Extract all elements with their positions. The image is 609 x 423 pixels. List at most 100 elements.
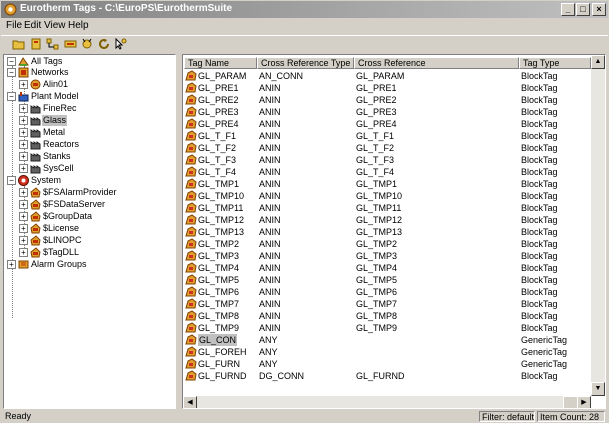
tree-node-syscell[interactable]: + SysCell (16, 163, 174, 174)
expand-toggle[interactable]: + (19, 128, 28, 137)
expand-toggle[interactable]: + (19, 212, 28, 221)
network-icon[interactable] (46, 38, 59, 50)
tree-node-alarm-groups[interactable]: + Alarm Groups (4, 259, 174, 270)
tree-node-alin01[interactable]: + Alin01 (16, 79, 174, 90)
table-row[interactable]: GL_CON ANY GenericTag (183, 334, 591, 346)
cell-cross-reference-type: ANIN (259, 119, 281, 129)
tree-node-finerec[interactable]: + FineRec (16, 103, 174, 114)
minimize-button[interactable]: _ (561, 3, 575, 16)
tree-node-stanks[interactable]: + Stanks (16, 151, 174, 162)
expand-toggle[interactable]: + (19, 152, 28, 161)
tree-label: Networks (31, 67, 69, 77)
menu-edit[interactable]: Edit (24, 20, 41, 31)
expand-toggle[interactable]: − (7, 176, 16, 185)
expand-toggle[interactable]: + (19, 80, 28, 89)
table-row[interactable]: GL_PRE4 ANIN GL_PRE4 BlockTag (183, 118, 591, 130)
expand-toggle[interactable]: + (19, 200, 28, 209)
help-pointer-icon[interactable] (114, 38, 127, 50)
refresh-icon[interactable] (98, 38, 111, 50)
table-row[interactable]: GL_PRE3 ANIN GL_PRE3 BlockTag (183, 106, 591, 118)
status-filter: Filter: default (479, 411, 535, 422)
table-row[interactable]: GL_TMP9 ANIN GL_TMP9 BlockTag (183, 322, 591, 334)
tree-node-linopc[interactable]: + $LINOPC (16, 235, 174, 246)
properties-icon[interactable] (81, 38, 94, 50)
table-row[interactable]: GL_TMP1 ANIN GL_TMP1 BlockTag (183, 178, 591, 190)
cell-cross-reference-type: ANIN (259, 167, 281, 177)
tree-node-plant-model[interactable]: − Plant Model (4, 91, 174, 102)
scroll-left-button[interactable]: ◀ (183, 396, 197, 408)
table-row[interactable]: GL_TMP8 ANIN GL_TMP8 BlockTag (183, 310, 591, 322)
tree-node-fsalarmprovider[interactable]: + $FSAlarmProvider (16, 187, 174, 198)
cell-cross-reference: GL_TMP12 (356, 215, 403, 225)
column-header-tag-name[interactable]: Tag Name (184, 57, 257, 69)
cell-tag-name: GL_PRE3 (198, 107, 239, 117)
menu-help[interactable]: Help (68, 20, 89, 31)
tree-label: $FSDataServer (43, 199, 106, 209)
tag-tree[interactable]: − All Tags − Networks + Alin01 − Plant M… (3, 54, 176, 409)
column-header-tag-type[interactable]: Tag Type (519, 57, 591, 69)
tree-node-system[interactable]: − System (4, 175, 174, 186)
title-bar[interactable]: Eurotherm Tags - C:\EuroPS\EurothermSuit… (1, 1, 608, 18)
menu-file[interactable]: File (6, 20, 22, 31)
table-row[interactable]: GL_FOREH ANY GenericTag (183, 346, 591, 358)
table-row[interactable]: GL_TMP11 ANIN GL_TMP11 BlockTag (183, 202, 591, 214)
table-row[interactable]: GL_TMP13 ANIN GL_TMP13 BlockTag (183, 226, 591, 238)
tree-node-groupdata[interactable]: + $GroupData (16, 211, 174, 222)
tag-icon (185, 178, 197, 189)
column-header-cross-reference-type[interactable]: Cross Reference Type (257, 57, 354, 69)
tag-icon[interactable] (30, 38, 43, 50)
expand-toggle[interactable]: + (19, 236, 28, 245)
table-row[interactable]: GL_T_F4 ANIN GL_T_F4 BlockTag (183, 166, 591, 178)
cell-tag-type: BlockTag (521, 263, 558, 273)
tree-node-license[interactable]: + $License (16, 223, 174, 234)
tree-node-metal[interactable]: + Metal (16, 127, 174, 138)
maximize-button[interactable]: □ (576, 3, 590, 16)
table-row[interactable]: GL_FURN ANY GenericTag (183, 358, 591, 370)
tree-label: $TagDLL (43, 247, 80, 257)
close-button[interactable]: × (592, 3, 606, 16)
table-row[interactable]: GL_T_F2 ANIN GL_T_F2 BlockTag (183, 142, 591, 154)
scroll-up-button[interactable]: ▲ (591, 55, 605, 69)
table-row[interactable]: GL_PARAM AN_CONN GL_PARAM BlockTag (183, 70, 591, 82)
expand-toggle[interactable]: + (19, 164, 28, 173)
table-row[interactable]: GL_FURND DG_CONN GL_FURND BlockTag (183, 370, 591, 382)
table-row[interactable]: GL_T_F1 ANIN GL_T_F1 BlockTag (183, 130, 591, 142)
table-row[interactable]: GL_TMP3 ANIN GL_TMP3 BlockTag (183, 250, 591, 262)
table-row[interactable]: GL_TMP10 ANIN GL_TMP10 BlockTag (183, 190, 591, 202)
menu-view[interactable]: View (44, 20, 66, 31)
open-folder-icon[interactable] (12, 38, 25, 50)
tree-node-reactors[interactable]: + Reactors (16, 139, 174, 150)
expand-toggle[interactable]: + (7, 260, 16, 269)
scroll-down-button[interactable]: ▼ (591, 382, 605, 396)
tree-node-all-tags[interactable]: − All Tags (4, 56, 174, 67)
table-row[interactable]: GL_TMP4 ANIN GL_TMP4 BlockTag (183, 262, 591, 274)
table-row[interactable]: GL_PRE1 ANIN GL_PRE1 BlockTag (183, 82, 591, 94)
expand-toggle[interactable]: + (19, 104, 28, 113)
expand-toggle[interactable]: + (19, 116, 28, 125)
vertical-scrollbar[interactable]: ▲ ▼ (591, 55, 605, 396)
tree-node-tagdll[interactable]: + $TagDLL (16, 247, 174, 258)
filter-icon[interactable] (64, 38, 77, 50)
table-row[interactable]: GL_T_F3 ANIN GL_T_F3 BlockTag (183, 154, 591, 166)
tree-node-networks[interactable]: − Networks (4, 67, 174, 78)
table-row[interactable]: GL_TMP5 ANIN GL_TMP5 BlockTag (183, 274, 591, 286)
scroll-right-button[interactable]: ▶ (577, 396, 591, 408)
expand-toggle[interactable]: − (7, 92, 16, 101)
table-row[interactable]: GL_TMP12 ANIN GL_TMP12 BlockTag (183, 214, 591, 226)
cell-cross-reference-type: ANY (259, 359, 278, 369)
column-header-cross-reference[interactable]: Cross Reference (354, 57, 519, 69)
horizontal-scrollbar[interactable]: ◀ ▶ (183, 396, 591, 408)
expand-toggle[interactable]: + (19, 140, 28, 149)
table-row[interactable]: GL_TMP2 ANIN GL_TMP2 BlockTag (183, 238, 591, 250)
expand-toggle[interactable]: + (19, 224, 28, 233)
expand-toggle[interactable]: − (7, 68, 16, 77)
tag-list[interactable]: Tag Name Cross Reference Type Cross Refe… (182, 54, 606, 409)
expand-toggle[interactable]: + (19, 188, 28, 197)
table-row[interactable]: GL_TMP7 ANIN GL_TMP7 BlockTag (183, 298, 591, 310)
table-row[interactable]: GL_TMP6 ANIN GL_TMP6 BlockTag (183, 286, 591, 298)
tree-node-glass[interactable]: + Glass (16, 115, 174, 126)
tree-node-fsdataserver[interactable]: + $FSDataServer (16, 199, 174, 210)
expand-toggle[interactable]: − (7, 57, 16, 66)
expand-toggle[interactable]: + (19, 248, 28, 257)
table-row[interactable]: GL_PRE2 ANIN GL_PRE2 BlockTag (183, 94, 591, 106)
